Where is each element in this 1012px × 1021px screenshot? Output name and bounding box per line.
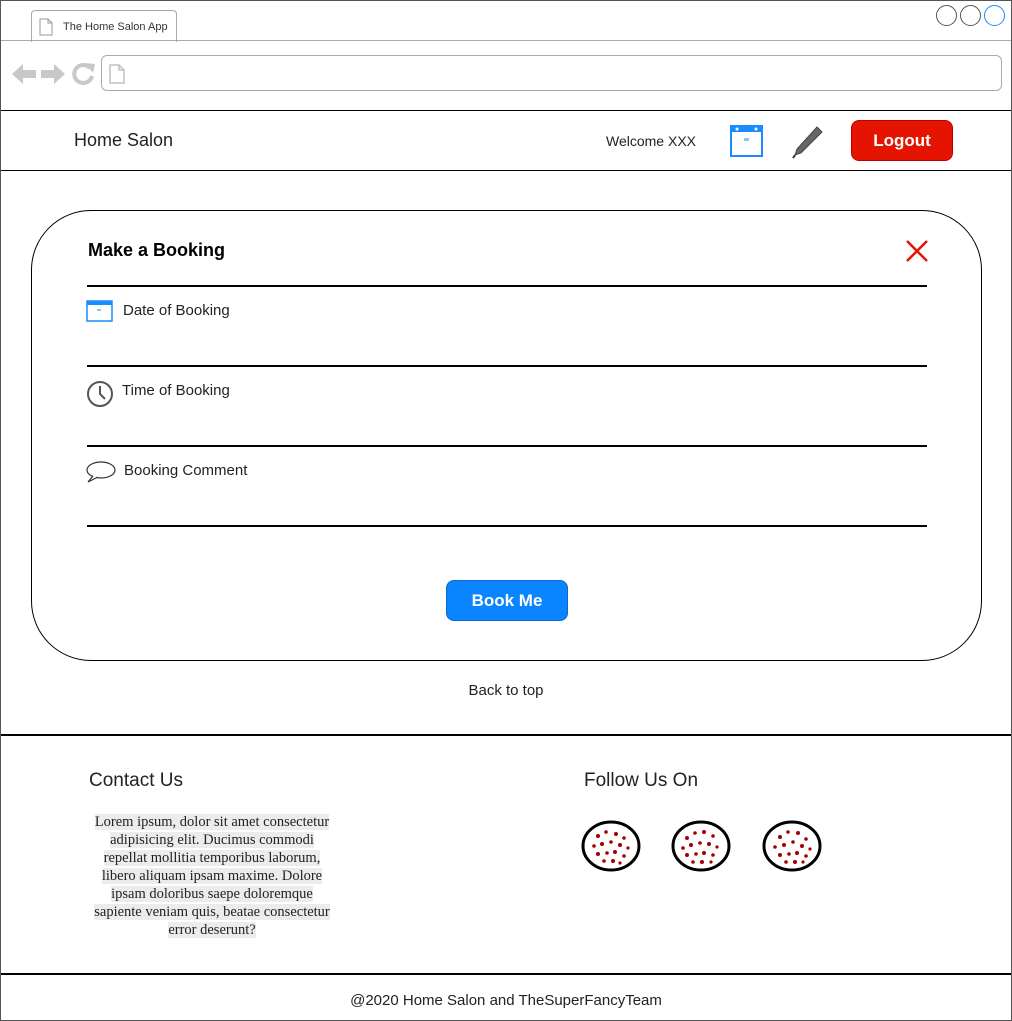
tab-strip-divider — [1, 40, 1011, 41]
footer-bottom-divider — [1, 973, 1011, 975]
divider — [87, 525, 927, 527]
booking-card: Make a Booking Date of Booking Time of B… — [31, 210, 982, 661]
copyright-text: @2020 Home Salon and TheSuperFancyTeam — [350, 992, 662, 1009]
address-bar[interactable] — [101, 55, 1002, 91]
tab-title: The Home Salon App — [63, 21, 168, 33]
divider — [87, 365, 927, 367]
footer-divider — [1, 734, 1011, 736]
app-header: Home Salon Welcome XXX Logout — [1, 110, 1011, 171]
divider — [87, 445, 927, 447]
date-field[interactable]: Date of Booking — [84, 298, 932, 358]
contact-title: Contact Us — [89, 770, 183, 791]
window-minimize-button[interactable] — [936, 5, 957, 26]
contact-text: Lorem ipsum, dolor sit amet consectetur … — [94, 814, 330, 938]
time-label: Time of Booking — [122, 382, 230, 399]
page-icon — [39, 18, 53, 36]
window-maximize-button[interactable] — [960, 5, 981, 26]
logout-button[interactable]: Logout — [851, 120, 953, 161]
social-icon[interactable] — [670, 818, 732, 874]
reload-icon[interactable] — [71, 62, 97, 86]
calendar-icon — [86, 300, 113, 322]
clock-icon — [87, 381, 113, 407]
social-icon[interactable] — [580, 818, 642, 874]
speech-bubble-icon — [86, 461, 116, 483]
time-field[interactable]: Time of Booking — [84, 378, 932, 438]
calendar-icon[interactable] — [729, 124, 764, 159]
date-label: Date of Booking — [123, 302, 230, 319]
close-icon[interactable] — [904, 238, 930, 264]
page-icon — [109, 64, 125, 84]
social-icon[interactable] — [761, 818, 823, 874]
book-me-button[interactable]: Book Me — [446, 580, 568, 621]
welcome-text: Welcome XXX — [606, 133, 696, 149]
browser-tab[interactable]: The Home Salon App — [31, 10, 177, 42]
divider — [87, 285, 927, 287]
booking-title: Make a Booking — [88, 240, 226, 260]
window-close-button[interactable] — [984, 5, 1005, 26]
pencil-icon[interactable] — [789, 124, 825, 160]
comment-field[interactable]: Booking Comment — [84, 458, 932, 518]
back-to-top-link[interactable]: Back to top — [0, 682, 1012, 699]
forward-arrow-icon[interactable] — [40, 62, 66, 86]
back-arrow-icon[interactable] — [11, 62, 37, 86]
brand-name[interactable]: Home Salon — [74, 130, 173, 151]
comment-label: Booking Comment — [124, 462, 248, 479]
follow-title: Follow Us On — [584, 770, 699, 791]
